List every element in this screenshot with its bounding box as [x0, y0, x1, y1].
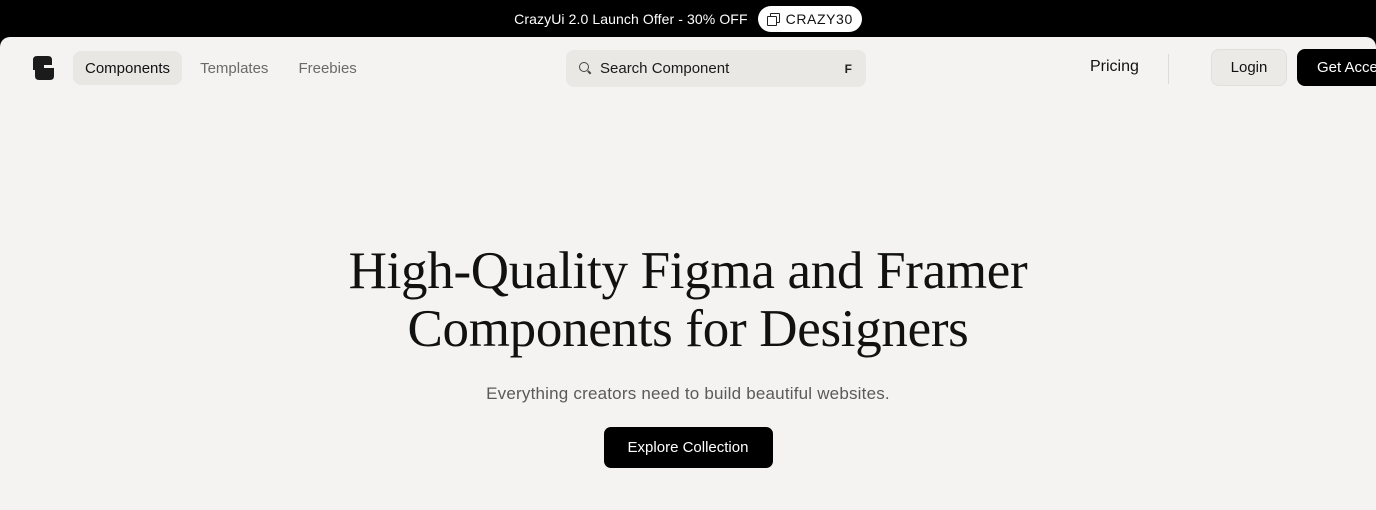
- pricing-link[interactable]: Pricing: [1090, 58, 1139, 76]
- login-button[interactable]: Login: [1211, 49, 1287, 86]
- hero-subtitle: Everything creators need to build beauti…: [486, 384, 890, 403]
- promo-code-button[interactable]: CRAZY30: [757, 5, 862, 32]
- promo-code-label: CRAZY30: [785, 10, 853, 27]
- search-shortcut: F: [844, 61, 852, 76]
- main-page: Components Templates Freebies Search Com…: [0, 37, 1376, 510]
- search-placeholder: Search Component: [600, 60, 730, 77]
- nav-item-templates[interactable]: Templates: [188, 51, 280, 85]
- nav-item-components[interactable]: Components: [73, 51, 183, 85]
- primary-nav: Components Templates Freebies: [73, 51, 369, 85]
- nav-item-freebies[interactable]: Freebies: [286, 51, 368, 85]
- promo-text: CrazyUi 2.0 Launch Offer - 30% OFF: [514, 10, 748, 27]
- get-access-button[interactable]: Get Access: [1297, 49, 1376, 86]
- search-input[interactable]: Search Component F: [566, 50, 866, 87]
- hero-title-line-2: Components for Designers: [407, 300, 969, 358]
- nav-divider: [1168, 54, 1169, 84]
- hero-title: High-Quality Figma and Framer Components…: [0, 242, 1376, 358]
- brand-logo-icon[interactable]: [33, 56, 55, 80]
- copy-icon: [766, 12, 780, 26]
- promo-banner: CrazyUi 2.0 Launch Offer - 30% OFF CRAZY…: [0, 0, 1376, 37]
- hero-section: High-Quality Figma and Framer Components…: [0, 242, 1376, 468]
- hero-title-line-1: High-Quality Figma and Framer: [348, 242, 1028, 300]
- explore-collection-button[interactable]: Explore Collection: [603, 427, 773, 468]
- search-icon: [579, 62, 592, 75]
